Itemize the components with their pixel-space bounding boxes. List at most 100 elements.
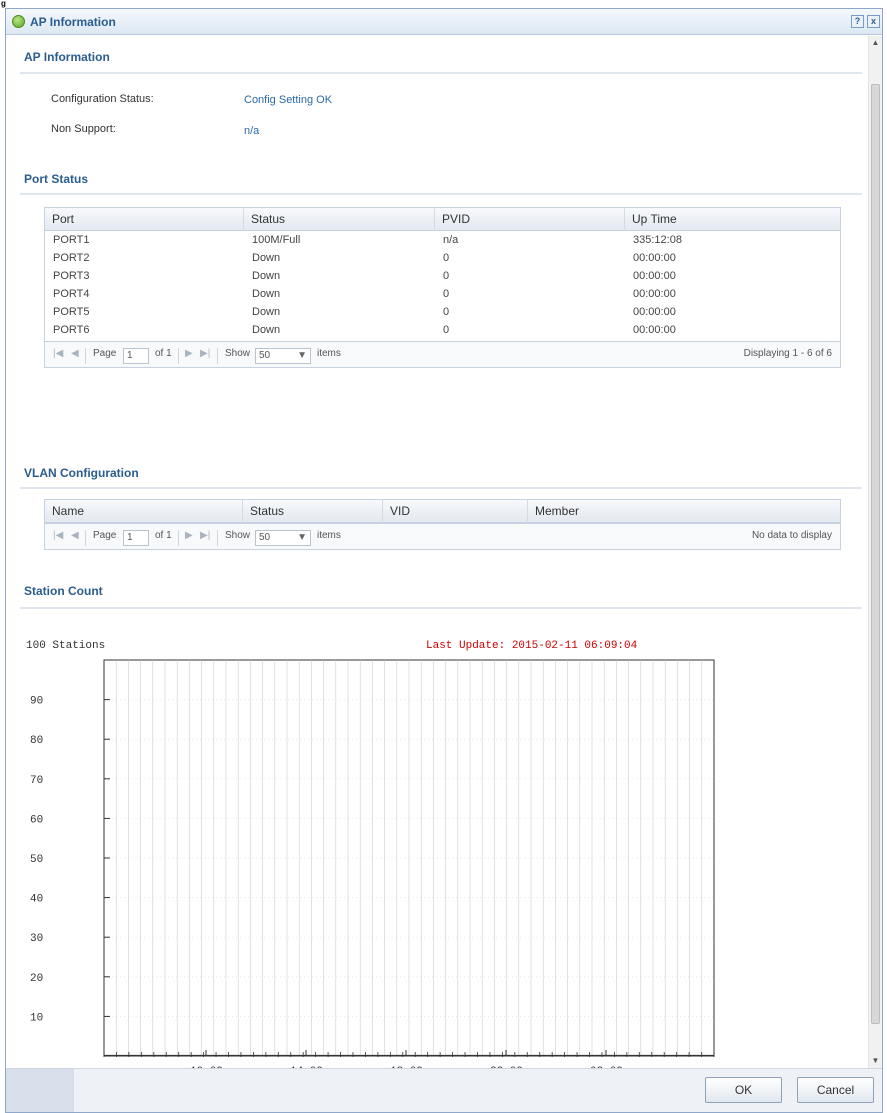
scroll-down-icon[interactable]: ▼ — [869, 1054, 882, 1068]
column-header-status[interactable]: Status — [244, 208, 435, 231]
cell-up-time: 00:00:00 — [633, 306, 676, 318]
prev-page-icon[interactable]: ◀ — [71, 530, 79, 541]
dialog-content: AP Information Configuration Status: Con… — [6, 36, 868, 1068]
y-tick-label: 50 — [30, 854, 43, 866]
cell-pvid: 0 — [443, 288, 450, 300]
cell-pvid: 0 — [443, 252, 450, 264]
vlan-pager: |◀ ◀ Page 1 of 1 ▶ ▶| Show 50 ▼ items No… — [45, 523, 840, 549]
first-page-icon[interactable]: |◀ — [53, 348, 63, 359]
section-title-station-count: Station Count — [24, 584, 103, 598]
ok-button[interactable]: OK — [705, 1077, 782, 1103]
table-header: Port Status PVID Up Time — [45, 208, 840, 231]
cell-up-time: 00:00:00 — [633, 288, 676, 300]
section-title-port-status: Port Status — [24, 172, 89, 186]
items-label: items — [317, 530, 341, 541]
pager-display-info: No data to display — [751, 530, 832, 541]
cell-status: 100M/Full — [252, 234, 301, 246]
dialog-footer: OK Cancel — [6, 1068, 882, 1112]
table-row[interactable]: PORT3 Down 0 00:00:00 — [45, 267, 840, 285]
port-status-pager: |◀ ◀ Page 1 of 1 ▶ ▶| Show 50 ▼ items Di… — [45, 341, 840, 367]
y-tick-label: 90 — [30, 696, 43, 708]
scroll-up-icon[interactable]: ▲ — [869, 36, 882, 50]
chevron-down-icon: ▼ — [297, 532, 307, 543]
cell-pvid: 0 — [443, 270, 450, 282]
items-label: items — [317, 348, 341, 359]
last-page-icon[interactable]: ▶| — [200, 348, 210, 359]
cell-status: Down — [252, 306, 281, 318]
page-size-select[interactable]: 50 ▼ — [255, 348, 311, 364]
y-tick-label: 70 — [30, 775, 43, 787]
page-size-select[interactable]: 50 ▼ — [255, 530, 311, 546]
config-status-label: Configuration Status: — [51, 93, 154, 105]
pager-divider — [178, 348, 179, 364]
last-page-icon[interactable]: ▶| — [200, 530, 210, 541]
section-title-ap-information: AP Information — [24, 50, 110, 64]
table-row[interactable]: PORT5 Down 0 00:00:00 — [45, 303, 840, 321]
prev-page-icon[interactable]: ◀ — [71, 348, 79, 359]
cell-status: Down — [252, 288, 281, 300]
cell-pvid: 0 — [443, 306, 450, 318]
pager-divider — [85, 530, 86, 546]
first-page-icon[interactable]: |◀ — [53, 530, 63, 541]
page-label: Page — [93, 348, 117, 359]
scrollbar-thumb[interactable] — [871, 84, 880, 1024]
show-label: Show — [225, 530, 251, 541]
y-tick-label: 30 — [30, 933, 43, 945]
non-support-value: n/a — [244, 125, 260, 137]
cell-status: Down — [252, 324, 281, 336]
cell-up-time: 00:00:00 — [633, 252, 676, 264]
cell-port: PORT4 — [53, 288, 90, 300]
cell-port: PORT3 — [53, 270, 90, 282]
next-page-icon[interactable]: ▶ — [185, 530, 193, 541]
show-label: Show — [225, 348, 251, 359]
table-row[interactable]: PORT4 Down 0 00:00:00 — [45, 285, 840, 303]
next-page-icon[interactable]: ▶ — [185, 348, 193, 359]
page-number-input[interactable]: 1 — [123, 530, 149, 546]
pager-divider — [178, 530, 179, 546]
cell-status: Down — [252, 252, 281, 264]
table-header: Name Status VID Member — [45, 500, 840, 523]
cancel-button[interactable]: Cancel — [797, 1077, 874, 1103]
column-header-vid[interactable]: VID — [383, 500, 528, 523]
y-tick-label: 10 — [30, 1012, 43, 1024]
station-count-chart: 90 80 70 60 50 40 30 20 10 100 Stations Last Updat… — [6, 620, 868, 1068]
ap-status-icon — [12, 15, 25, 28]
column-header-name[interactable]: Name — [45, 500, 243, 523]
table-row[interactable]: PORT2 Down 0 00:00:00 — [45, 249, 840, 267]
chevron-down-icon: ▼ — [297, 350, 307, 361]
close-icon[interactable]: x — [867, 15, 880, 28]
y-axis-label: 100 Stations — [26, 640, 105, 652]
column-header-up-time[interactable]: Up Time — [625, 208, 840, 231]
chart-title: Last Update: 2015-02-11 06:09:04 — [426, 640, 638, 652]
config-status-value: Config Setting OK — [244, 94, 333, 106]
column-header-port[interactable]: Port — [45, 208, 244, 231]
cell-up-time: 00:00:00 — [633, 324, 676, 336]
port-status-table: Port Status PVID Up Time PORT1 100M/Full… — [44, 207, 841, 368]
section-divider — [20, 72, 862, 74]
page-size-value: 50 — [259, 532, 271, 543]
pager-divider — [217, 348, 218, 364]
page-size-value: 50 — [259, 350, 271, 361]
vertical-scrollbar[interactable]: ▲ ▼ — [868, 36, 882, 1068]
pager-divider — [217, 530, 218, 546]
cell-port: PORT5 — [53, 306, 90, 318]
page-count-label: of 1 — [155, 530, 172, 541]
cell-pvid: n/a — [443, 234, 459, 246]
y-tick-label: 20 — [30, 973, 43, 985]
cell-port: PORT2 — [53, 252, 90, 264]
section-divider — [20, 487, 862, 489]
y-tick-label: 60 — [30, 814, 43, 826]
column-header-status[interactable]: Status — [243, 500, 383, 523]
help-icon[interactable]: ? — [851, 15, 864, 28]
pager-divider — [85, 348, 86, 364]
figure-label: g — [1, 0, 6, 8]
table-row[interactable]: PORT6 Down 0 00:00:00 — [45, 321, 840, 339]
page-number-input[interactable]: 1 — [123, 348, 149, 364]
table-row[interactable]: PORT1 100M/Full n/a 335:12:08 — [45, 231, 840, 249]
y-tick-label: 40 — [30, 894, 43, 906]
column-header-member[interactable]: Member — [528, 500, 840, 523]
non-support-label: Non Support: — [51, 123, 116, 135]
column-header-pvid[interactable]: PVID — [435, 208, 625, 231]
title-bar: AP Information ? x — [6, 9, 882, 35]
cell-up-time: 00:00:00 — [633, 270, 676, 282]
